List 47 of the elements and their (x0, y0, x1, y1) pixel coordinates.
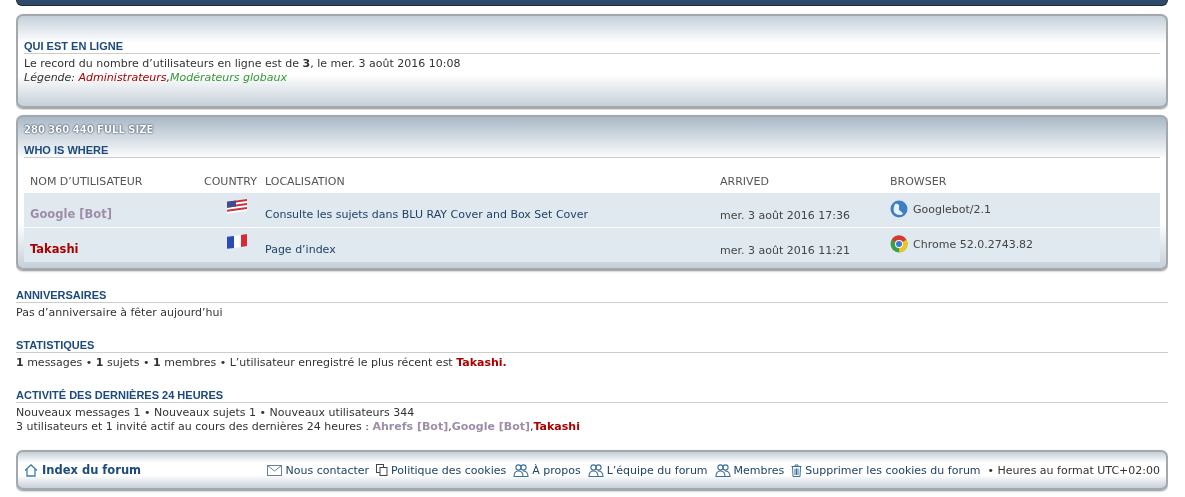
pages-icon (376, 464, 389, 476)
legend-label: Légende: (24, 71, 76, 84)
separator: , (166, 71, 170, 84)
column-header: COUNTRY (203, 174, 258, 188)
active-users-text: 3 utilisateurs et 1 invité actif au cours des dernières 24 heures : Ahrefs [Bot],Google [Bot],Takashi (16, 420, 581, 434)
column-header: LOCALISATION (264, 174, 346, 188)
location-link[interactable]: Consulte les sujets dans BLU RAY Cover and Box Set Cover (259, 199, 714, 221)
footer-link[interactable]: À propos (513, 463, 581, 477)
user-link[interactable]: Takashi (30, 242, 79, 256)
footer-link[interactable]: Supprimer les cookies du forum (791, 463, 981, 477)
column-header: BROWSER (889, 174, 948, 188)
user-link[interactable]: Takashi (456, 356, 503, 369)
location-link[interactable]: Page d’index (259, 234, 714, 256)
arrival-time: mer. 3 août 2016 17:36 (719, 207, 851, 222)
group-link[interactable]: Administrateurs (78, 71, 167, 84)
browser-name: Googlebot/2.1 (913, 202, 991, 216)
chrome-icon (890, 235, 908, 253)
group-link[interactable]: Modérateurs globaux (170, 71, 287, 84)
users-icon (587, 463, 604, 477)
footer-link[interactable]: Membres (714, 463, 785, 477)
flag-icon (225, 197, 248, 214)
flag-icon (225, 232, 248, 249)
footer-link[interactable]: Politique des cookies (376, 463, 507, 477)
statistics-text: 1 messages • 1 sujets • 1 membres • L’utilisateur enregistré le plus récent est Takashi. (16, 356, 508, 370)
column-header: ARRIVED (719, 174, 770, 188)
arrival-time: mer. 3 août 2016 11:21 (719, 242, 851, 257)
footer-link[interactable]: L’équipe du forum (587, 463, 708, 477)
timezone-text: • Heures au format UTC+02:00 (987, 463, 1160, 477)
section-heading: QUI EST EN LIGNE (24, 40, 1160, 54)
column-header: NOM D’UTILISATEUR (29, 174, 144, 188)
section-heading: STATISTIQUES (16, 339, 1168, 353)
footer-link[interactable]: Nous contacter (267, 463, 370, 477)
birthday-text: Pas d’anniversaire à fêter aujourd’hui (16, 306, 224, 320)
home-icon (24, 463, 38, 477)
activity-text: Nouveaux messages 1 • Nouveaux sujets 1 • Nouveaux utilisateurs 344 (16, 406, 416, 420)
record-text: Le record du nombre d’utilisateurs en ligne est de 3, le mer. 3 août 2016 10:08 (24, 57, 462, 71)
mail-icon (267, 464, 283, 476)
section-heading: ACTIVITÉ DES DERNIÈRES 24 HEURES (16, 389, 1168, 403)
section-heading: ANNIVERSAIRES (16, 289, 1168, 303)
users-icon (714, 463, 731, 477)
browser-name: Chrome 52.0.2743.82 (913, 237, 1034, 251)
trash-icon (791, 463, 803, 477)
users-icon (513, 463, 530, 477)
section-heading: WHO IS WHERE (24, 144, 1160, 158)
home-link[interactable]: Index du forum (24, 463, 142, 477)
globe-icon (890, 200, 908, 218)
user-link[interactable]: Takashi (533, 420, 580, 433)
